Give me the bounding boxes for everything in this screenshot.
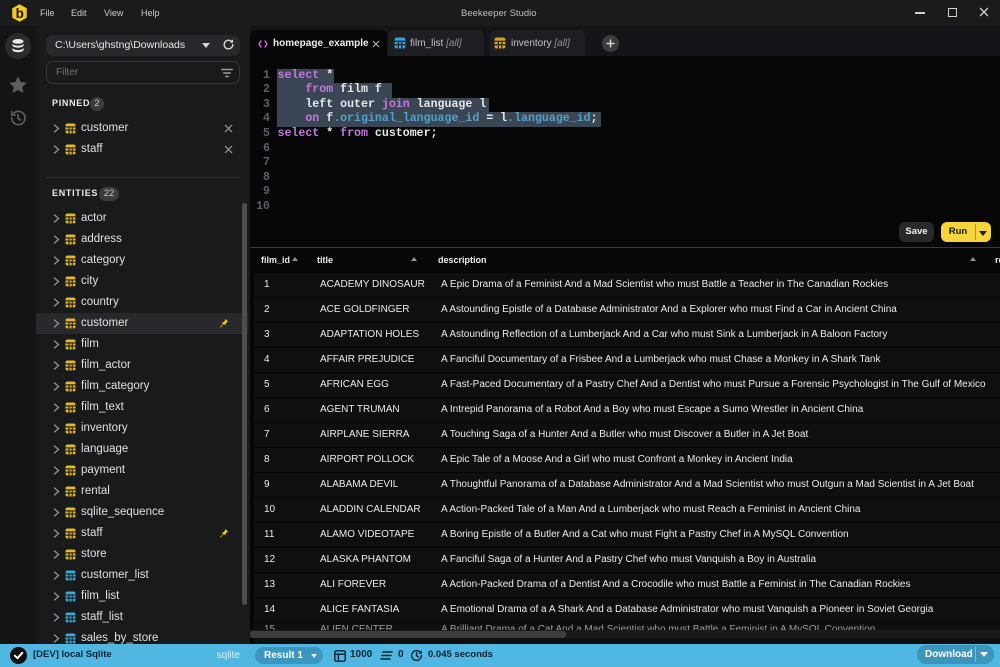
svg-text:b: b: [16, 6, 24, 21]
